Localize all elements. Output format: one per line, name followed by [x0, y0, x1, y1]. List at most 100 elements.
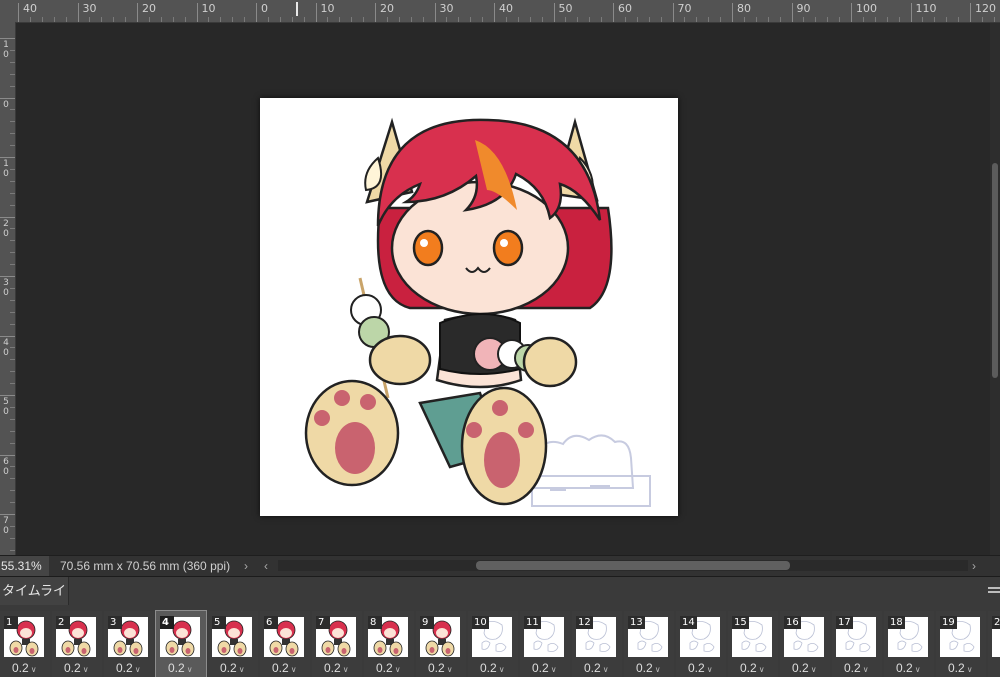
- ruler-label: 30: [82, 2, 97, 15]
- frame-delay-dropdown[interactable]: 0.2 ∨: [64, 661, 89, 677]
- frame-delay-dropdown[interactable]: 0.2 ∨: [688, 661, 713, 677]
- chevron-down-icon: ∨: [654, 665, 661, 674]
- frame-delay-dropdown[interactable]: 0.2 ∨: [532, 661, 557, 677]
- frame-delay-dropdown[interactable]: 0.2 ∨: [480, 661, 505, 677]
- ruler-major-tick: [196, 3, 198, 22]
- chevron-down-icon: ∨: [966, 665, 973, 674]
- status-info-arrow-icon[interactable]: ›: [244, 556, 248, 576]
- tab-timeline[interactable]: タイムライン: [0, 577, 69, 626]
- frame-number: 5: [212, 616, 226, 629]
- chevron-down-icon: ∨: [602, 665, 609, 674]
- timeline-frame[interactable]: 3 0.2 ∨: [104, 611, 154, 677]
- ruler-minor-tick: [29, 17, 31, 22]
- timeline-frame[interactable]: 18 0.2 ∨: [884, 611, 934, 677]
- ruler-major-tick: [0, 157, 15, 158]
- frame-delay-dropdown[interactable]: 0.2 ∨: [376, 661, 401, 677]
- frame-delay-dropdown[interactable]: 0.2 ∨: [584, 661, 609, 677]
- frame-delay-dropdown[interactable]: 0.2 ∨: [844, 661, 869, 677]
- scroll-left-arrow-icon[interactable]: ‹: [264, 556, 268, 576]
- ruler-label: 70: [677, 2, 692, 15]
- ruler-major-tick: [0, 514, 15, 515]
- frame-delay-dropdown[interactable]: 0.2 ∨: [168, 661, 193, 677]
- scroll-right-arrow-icon[interactable]: ›: [972, 556, 976, 576]
- ruler-minor-tick: [10, 73, 15, 75]
- ruler-minor-tick: [10, 406, 15, 408]
- timeline-frame[interactable]: 5 0.2 ∨: [208, 611, 258, 677]
- ruler-label: 60: [618, 2, 632, 15]
- frame-delay-dropdown[interactable]: 0.2 ∨: [116, 661, 141, 677]
- frame-delay-dropdown[interactable]: 0.2 ∨: [12, 661, 37, 677]
- timeline-frame[interactable]: 8 0.2 ∨: [364, 611, 414, 677]
- vertical-ruler[interactable]: 1 001 02 03 04 05 06 07 0: [0, 22, 16, 555]
- frame-delay-dropdown[interactable]: 0.2 ∨: [792, 661, 817, 677]
- timeline-frame[interactable]: 10 0.2 ∨: [468, 611, 518, 677]
- ruler-minor-tick: [41, 17, 43, 22]
- ruler-label: 40: [23, 2, 37, 15]
- ruler-minor-tick: [10, 240, 15, 242]
- ruler-cursor-marker: [296, 2, 298, 16]
- timeline-panel: タイムライン 10.2∨20.2∨30.2∨40.2∨50.2∨60.2∨70.…: [0, 576, 1000, 677]
- timeline-frame[interactable]: 13 0.2 ∨: [624, 611, 674, 677]
- timeline-frame[interactable]: 20.2∨: [988, 611, 1000, 677]
- ruler-minor-tick: [934, 17, 936, 22]
- ruler-label: 30: [439, 2, 454, 15]
- ruler-minor-tick: [101, 17, 103, 22]
- zoom-level-field[interactable]: 55.31%: [0, 556, 49, 576]
- frame-delay-dropdown[interactable]: 0.2 ∨: [948, 661, 973, 677]
- timeline-frame[interactable]: 1 0.2 ∨: [0, 611, 50, 677]
- ruler-minor-tick: [398, 17, 400, 22]
- timeline-frame[interactable]: 9 0.2 ∨: [416, 611, 466, 677]
- ruler-major-tick: [77, 3, 79, 22]
- ruler-minor-tick: [993, 17, 995, 22]
- timeline-frame[interactable]: 12 0.2 ∨: [572, 611, 622, 677]
- frame-delay-value: 0.2: [324, 661, 341, 675]
- horizontal-scroll-thumb[interactable]: [476, 561, 790, 570]
- frame-delay-value: 0.2: [12, 661, 29, 675]
- ruler-minor-tick: [10, 549, 15, 551]
- timeline-frame[interactable]: 16 0.2 ∨: [780, 611, 830, 677]
- timeline-frame[interactable]: 14 0.2 ∨: [676, 611, 726, 677]
- frame-delay-dropdown[interactable]: 0.2 ∨: [272, 661, 297, 677]
- timeline-frame[interactable]: 15 0.2 ∨: [728, 611, 778, 677]
- chevron-down-icon: ∨: [82, 665, 89, 674]
- frame-delay-value: 0.2: [584, 661, 601, 675]
- ruler-minor-tick: [636, 17, 638, 22]
- vertical-scroll-thumb[interactable]: [992, 163, 998, 378]
- ruler-minor-tick: [10, 61, 15, 63]
- ruler-minor-tick: [10, 418, 15, 420]
- frame-delay-dropdown[interactable]: 0.2 ∨: [324, 661, 349, 677]
- ruler-minor-tick: [172, 17, 174, 22]
- frame-delay-dropdown[interactable]: 0.2 ∨: [896, 661, 921, 677]
- frame-delay-value: 0.2: [792, 661, 809, 675]
- ruler-minor-tick: [10, 145, 15, 147]
- timeline-frame[interactable]: 6 0.2 ∨: [260, 611, 310, 677]
- ruler-minor-tick: [10, 537, 15, 539]
- ruler-minor-tick: [10, 478, 15, 480]
- chevron-down-icon: ∨: [862, 665, 869, 674]
- ruler-minor-tick: [10, 49, 15, 51]
- timeline-frame[interactable]: 19 0.2 ∨: [936, 611, 986, 677]
- frame-number: 17: [836, 616, 853, 629]
- timeline-frame[interactable]: 11 0.2 ∨: [520, 611, 570, 677]
- timeline-frame[interactable]: 20.2∨: [52, 611, 102, 677]
- frame-delay-value: 0.2: [376, 661, 393, 675]
- horizontal-scrollbar[interactable]: [278, 560, 968, 571]
- artwork-canvas[interactable]: [260, 98, 678, 516]
- panel-menu-icon[interactable]: [988, 587, 1000, 597]
- frame-number: 15: [732, 616, 749, 629]
- ruler-minor-tick: [10, 323, 15, 325]
- frame-delay-dropdown[interactable]: 0.2 ∨: [220, 661, 245, 677]
- chevron-down-icon: ∨: [30, 665, 37, 674]
- timeline-frame[interactable]: 7 0.2 ∨: [312, 611, 362, 677]
- horizontal-ruler[interactable]: 40 30 20 10 0 10 20 30 40 50 60 70 80 90 100 110 120: [0, 0, 1000, 23]
- frame-delay-dropdown[interactable]: 0.2 ∨: [740, 661, 765, 677]
- ruler-minor-tick: [220, 17, 222, 22]
- timeline-frame[interactable]: 4 0.2 ∨: [155, 610, 207, 677]
- vertical-scrollbar[interactable]: [990, 23, 1000, 555]
- ruler-minor-tick: [482, 17, 484, 22]
- frame-delay-dropdown[interactable]: 0.2 ∨: [428, 661, 453, 677]
- timeline-frame[interactable]: 17 0.2 ∨: [832, 611, 882, 677]
- frame-delay-dropdown[interactable]: 0.2 ∨: [636, 661, 661, 677]
- frame-number: 18: [888, 616, 905, 629]
- frame-number: 9: [420, 616, 434, 629]
